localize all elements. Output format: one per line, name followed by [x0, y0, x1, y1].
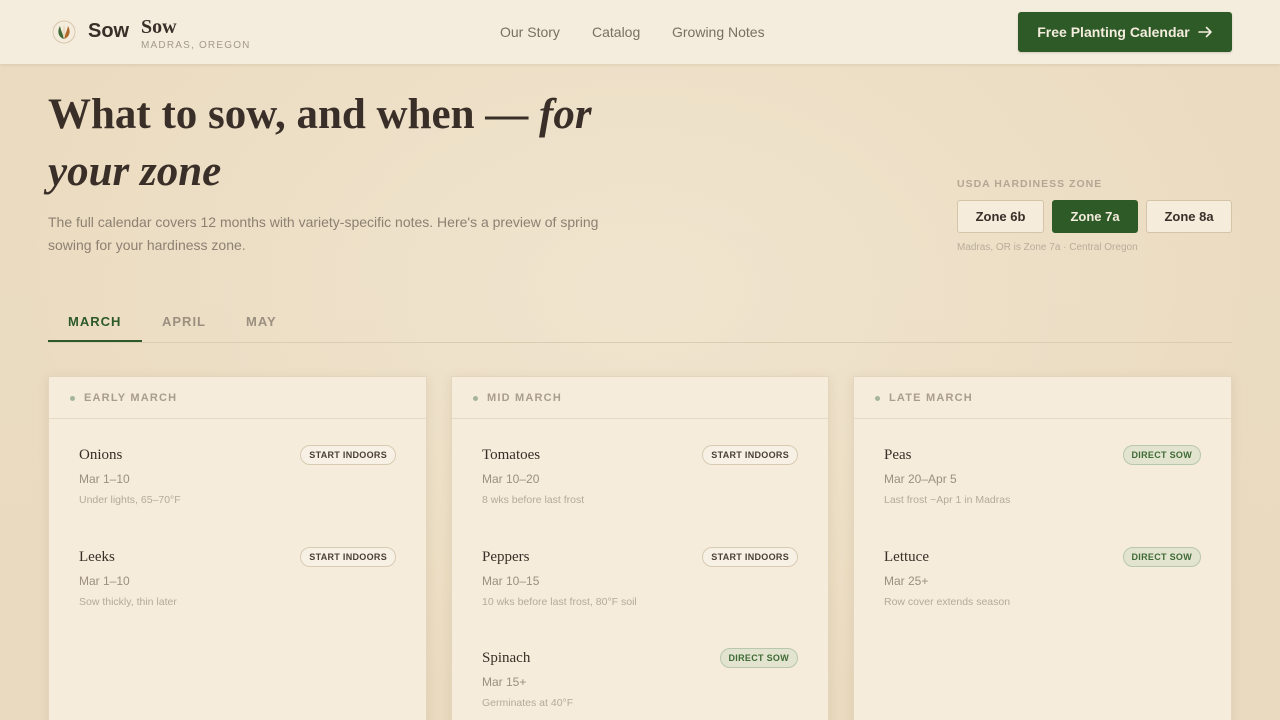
tabs-divider — [48, 342, 1232, 343]
start-indoors-badge: START INDOORS — [702, 445, 798, 465]
nav-link-catalog[interactable]: Catalog — [592, 24, 640, 40]
crop-date: Mar 20–Apr 5 — [884, 472, 957, 486]
card-title: MID MARCH — [487, 392, 562, 404]
tab-april[interactable]: APRIL — [162, 314, 206, 329]
start-indoors-badge: START INDOORS — [300, 547, 396, 567]
crop-name: Tomatoes — [482, 447, 541, 463]
title-italic-for: for — [539, 91, 592, 138]
card-title: LATE MARCH — [889, 392, 973, 404]
crop-note: Under lights, 65–70°F — [79, 494, 181, 506]
zone-button-7a[interactable]: Zone 7a — [1052, 200, 1138, 233]
zone-selector-label: USDA HARDINESS ZONE — [957, 178, 1103, 190]
direct-sow-badge: DIRECT SOW — [719, 648, 798, 668]
zone-note: Madras, OR is Zone 7a · Central Oregon — [957, 242, 1138, 253]
arrow-right-icon — [1197, 26, 1212, 38]
zone-button-8a[interactable]: Zone 8a — [1146, 200, 1232, 233]
crop-date: Mar 1–10 — [79, 472, 130, 486]
crop-name: Spinach — [482, 650, 531, 666]
sprout-logo-icon[interactable] — [52, 20, 76, 44]
card-title: EARLY MARCH — [84, 392, 178, 404]
crop-date: Mar 10–20 — [482, 472, 540, 486]
start-indoors-badge: START INDOORS — [702, 547, 798, 567]
crop-name: Leeks — [79, 549, 115, 565]
title-italic-zone: your zone — [48, 148, 222, 195]
crop-date: Mar 15+ — [482, 675, 527, 689]
card-early-march: EARLY MARCH Onions START INDOORS Mar 1–1… — [48, 376, 427, 720]
site-header: Sow Sow MADRAS, OREGON Our Story Catalog… — [0, 0, 1280, 64]
crop-name: Onions — [79, 447, 123, 463]
active-tab-indicator — [48, 340, 142, 342]
crop-note: Sow thickly, thin later — [79, 596, 177, 608]
free-planting-calendar-button[interactable]: Free Planting Calendar — [1018, 12, 1232, 52]
crop-date: Mar 1–10 — [79, 574, 130, 588]
crop-date: Mar 10–15 — [482, 574, 540, 588]
direct-sow-badge: DIRECT SOW — [1122, 547, 1201, 567]
page-title: What to sow, and when — for your zone — [48, 86, 628, 200]
card-late-march: LATE MARCH Peas DIRECT SOW Mar 20–Apr 5 … — [853, 376, 1232, 720]
crop-name: Peas — [884, 447, 912, 463]
crop-name: Lettuce — [884, 549, 929, 565]
list-item: Lettuce DIRECT SOW Mar 25+ Row cover ext… — [884, 547, 1201, 629]
card-header: LATE MARCH — [854, 377, 1231, 419]
crop-note: 8 wks before last frost — [482, 494, 585, 506]
crop-name: Peppers — [482, 549, 530, 565]
nav-link-growing-notes[interactable]: Growing Notes — [672, 24, 765, 40]
cta-label: Free Planting Calendar — [1037, 24, 1190, 40]
brand-location: MADRAS, OREGON — [141, 40, 251, 51]
start-indoors-badge: START INDOORS — [300, 445, 396, 465]
crop-note: Row cover extends season — [884, 596, 1011, 608]
list-item: Peppers START INDOORS Mar 10–15 10 wks b… — [482, 547, 798, 629]
list-item: Onions START INDOORS Mar 1–10 Under ligh… — [79, 445, 396, 527]
dot-icon — [875, 396, 880, 401]
page-subtitle: The full calendar covers 12 months with … — [48, 214, 599, 253]
zone-button-6b[interactable]: Zone 6b — [957, 200, 1044, 233]
title-plain: What to sow, and when — — [48, 91, 529, 138]
list-item: Spinach DIRECT SOW Mar 15+ Germinates at… — [482, 648, 798, 720]
list-item: Peas DIRECT SOW Mar 20–Apr 5 Last frost … — [884, 445, 1201, 527]
nav-link-our-story[interactable]: Our Story — [500, 24, 560, 40]
crop-note: Germinates at 40°F — [482, 697, 574, 709]
crop-date: Mar 25+ — [884, 574, 929, 588]
list-item: Tomatoes START INDOORS Mar 10–20 8 wks b… — [482, 445, 798, 527]
dot-icon — [473, 396, 478, 401]
card-header: EARLY MARCH — [49, 377, 426, 419]
tab-march[interactable]: MARCH — [68, 314, 121, 329]
brand-wordmark[interactable]: Sow — [88, 20, 129, 43]
list-item: Leeks START INDOORS Mar 1–10 Sow thickly… — [79, 547, 396, 629]
card-mid-march: MID MARCH Tomatoes START INDOORS Mar 10–… — [451, 376, 829, 720]
tab-may[interactable]: MAY — [246, 314, 277, 329]
direct-sow-badge: DIRECT SOW — [1122, 445, 1201, 465]
crop-note: 10 wks before last frost, 80°F soil — [482, 596, 637, 608]
brand-name: Sow — [141, 16, 177, 38]
dot-icon — [70, 396, 75, 401]
card-header: MID MARCH — [452, 377, 828, 419]
crop-note: Last frost ~Apr 1 in Madras — [884, 494, 1011, 506]
